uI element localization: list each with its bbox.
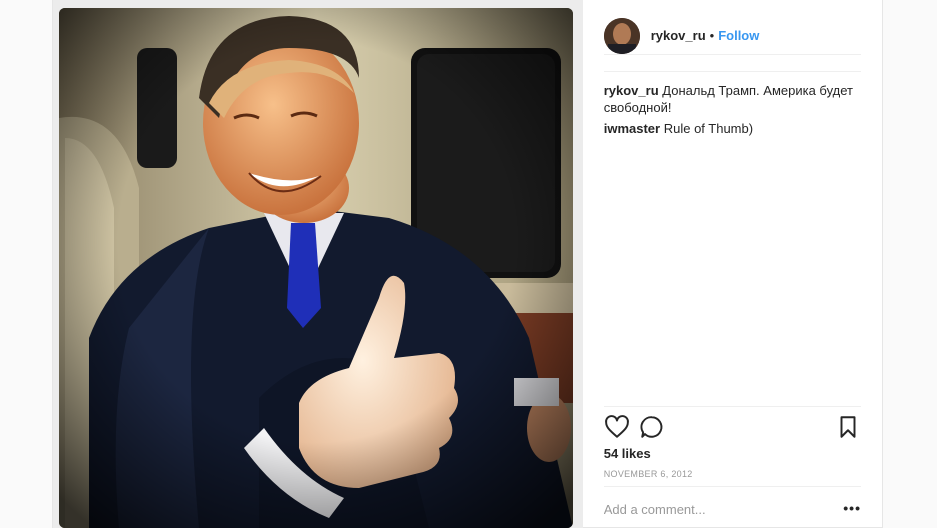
comment-item: rykov_ru Дональд Трамп. Америка будет св… xyxy=(604,82,861,116)
post-sidebar: rykov_ru • Follow rykov_ru Дональд Трамп… xyxy=(583,0,882,528)
add-comment-input[interactable] xyxy=(603,502,824,517)
post-date[interactable]: NOVEMBER 6, 2012 xyxy=(604,469,693,479)
post-image[interactable] xyxy=(59,8,573,528)
action-bar xyxy=(604,414,861,442)
actions-divider xyxy=(603,406,861,407)
comment-item: iwmaster Rule of Thumb) xyxy=(604,120,861,137)
more-options-icon[interactable]: ••• xyxy=(843,501,861,515)
comment-username[interactable]: iwmaster xyxy=(604,121,660,136)
post-header: rykov_ru • Follow xyxy=(603,17,861,55)
likes-count[interactable]: 54 likes xyxy=(604,446,651,461)
comment-username[interactable]: rykov_ru xyxy=(604,83,659,98)
post-photo-area xyxy=(53,0,583,528)
instagram-post: rykov_ru • Follow rykov_ru Дональд Трамп… xyxy=(52,0,883,528)
header-divider xyxy=(603,71,861,72)
comment-text: Rule of Thumb) xyxy=(663,121,754,136)
comment-divider xyxy=(603,486,861,487)
comments-list: rykov_ru Дональд Трамп. Америка будет св… xyxy=(604,82,861,141)
separator-dot: • xyxy=(709,28,715,43)
bookmark-icon[interactable] xyxy=(835,414,861,440)
comment-icon[interactable] xyxy=(639,414,665,440)
heart-icon[interactable] xyxy=(604,414,630,440)
post-author-username[interactable]: rykov_ru xyxy=(651,28,706,43)
follow-button[interactable]: Follow xyxy=(718,28,759,43)
avatar[interactable] xyxy=(603,17,640,54)
